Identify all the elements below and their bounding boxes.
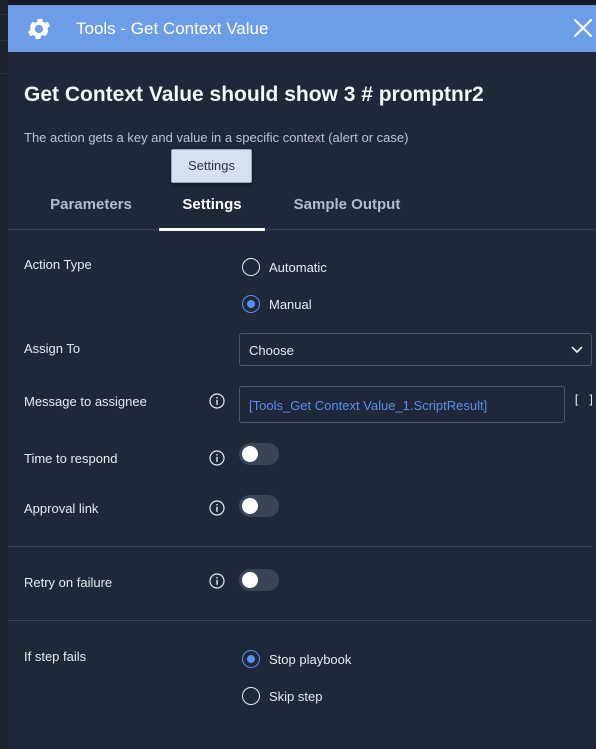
time-to-respond-label: Time to respond xyxy=(24,451,118,466)
approval-link-toggle[interactable] xyxy=(239,495,279,517)
tab-parameters[interactable]: Parameters xyxy=(36,190,146,230)
retry-toggle[interactable] xyxy=(239,569,279,591)
radio-skip-step-label[interactable]: Skip step xyxy=(269,689,322,704)
approval-link-label: Approval link xyxy=(24,501,99,516)
dialog-header: Tools - Get Context Value xyxy=(8,5,596,52)
info-icon[interactable] xyxy=(209,393,225,409)
assign-to-value: Choose xyxy=(249,343,294,358)
assign-to-select[interactable]: Choose xyxy=(239,333,592,366)
placeholder-brackets-button[interactable]: [ ] xyxy=(573,393,595,407)
tab-sample-output[interactable]: Sample Output xyxy=(280,190,414,230)
message-label: Message to assignee xyxy=(24,394,147,409)
close-icon[interactable] xyxy=(572,17,594,39)
toggle-knob xyxy=(242,572,258,588)
section-divider xyxy=(8,620,592,621)
tab-settings[interactable]: Settings xyxy=(159,190,265,231)
gear-icon xyxy=(27,18,51,40)
assign-to-label: Assign To xyxy=(24,341,81,356)
background-line xyxy=(0,14,8,15)
radio-automatic-label[interactable]: Automatic xyxy=(269,260,327,275)
background-strip xyxy=(0,0,8,749)
tab-tooltip: Settings xyxy=(171,149,252,183)
if-step-fails-label: If step fails xyxy=(24,649,87,664)
toggle-knob xyxy=(242,446,258,462)
radio-stop-playbook[interactable] xyxy=(242,650,260,668)
page-title: Get Context Value should show 3 # prompt… xyxy=(24,83,484,106)
radio-skip-step[interactable] xyxy=(242,687,260,705)
tab-bar: Parameters Settings Sample Output xyxy=(8,190,596,231)
toggle-knob xyxy=(242,498,258,514)
info-icon[interactable] xyxy=(209,573,225,589)
page-description: The action gets a key and value in a spe… xyxy=(24,130,409,145)
radio-manual-label[interactable]: Manual xyxy=(269,297,312,312)
retry-label: Retry on failure xyxy=(24,575,113,590)
message-input[interactable]: [Tools_Get Context Value_1.ScriptResult] xyxy=(239,386,565,423)
radio-stop-playbook-label[interactable]: Stop playbook xyxy=(269,652,351,667)
background-line xyxy=(0,73,8,74)
chevron-down-icon xyxy=(571,346,583,353)
action-type-label: Action Type xyxy=(24,257,92,272)
radio-automatic[interactable] xyxy=(242,258,260,276)
section-divider xyxy=(8,546,592,547)
dialog-panel: Tools - Get Context Value Get Context Va… xyxy=(8,5,596,749)
info-icon[interactable] xyxy=(209,450,225,466)
background-line xyxy=(0,40,8,41)
time-to-respond-toggle[interactable] xyxy=(239,443,279,465)
dialog-title: Tools - Get Context Value xyxy=(76,19,269,38)
info-icon[interactable] xyxy=(209,500,225,516)
radio-manual[interactable] xyxy=(242,295,260,313)
